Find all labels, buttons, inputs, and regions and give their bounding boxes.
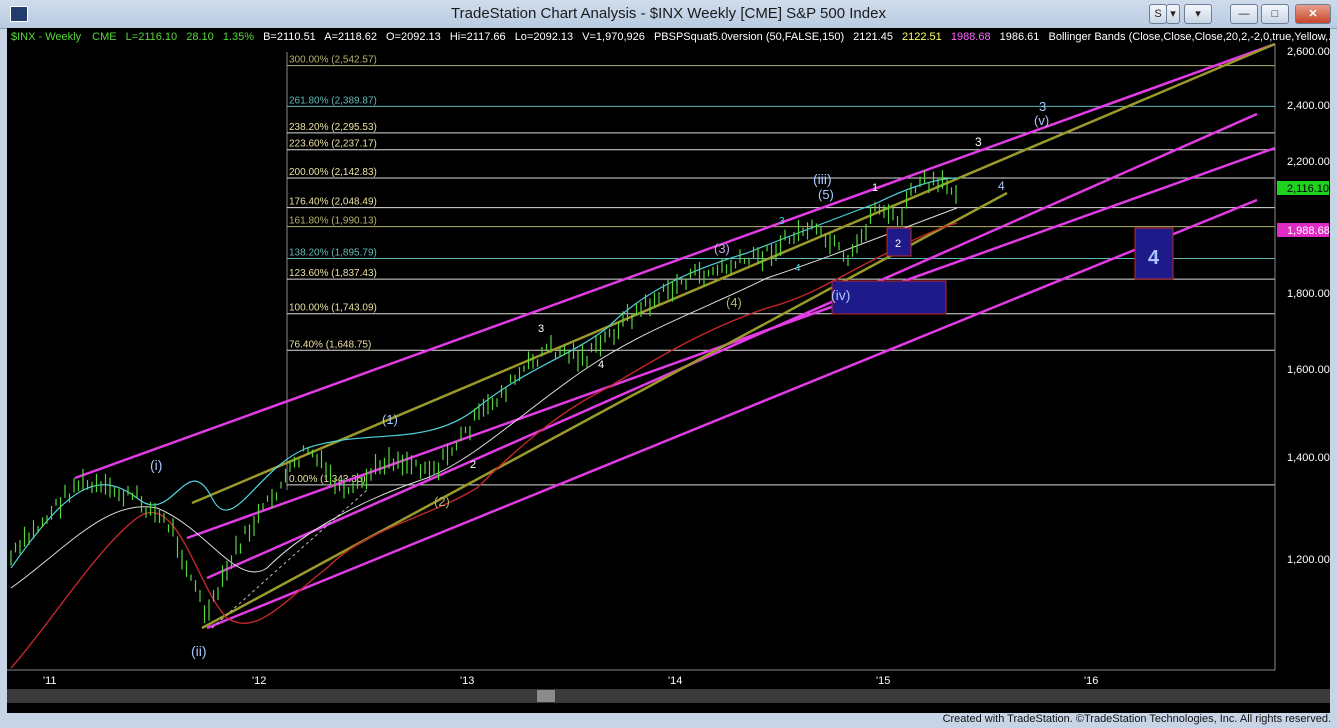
wave-label-4a: 4: [598, 359, 604, 371]
wave-label-3: (3): [714, 241, 730, 256]
time-tick-11: '11: [43, 675, 57, 687]
fib-label-9: 100.00% (1,743.09): [289, 303, 377, 314]
upper-channel-line: [74, 42, 1276, 480]
tradestation-window: TradeStation Chart Analysis - $INX Weekl…: [0, 0, 1337, 728]
header-study-v3: 1988.68: [951, 31, 991, 43]
price-chart[interactable]: $INX - Weekly CME L=2116.10 28.10 1.35% …: [7, 28, 1337, 713]
long-average-red-line: [10, 222, 958, 669]
price-tick-1800: 1,800.00: [1287, 288, 1330, 300]
header-study-v2: 2122.51: [902, 31, 942, 43]
header-bollinger: Bollinger Bands (Close,Close,Close,20,2,…: [1048, 31, 1330, 43]
price-tick-1400: 1,400.00: [1287, 452, 1330, 464]
time-tick-12: '12: [252, 675, 266, 687]
dashed-trend-line: [211, 489, 368, 629]
header-change: 28.10: [186, 31, 214, 43]
header-change-pct: 1.35%: [223, 31, 254, 43]
price-tick-1600: 1,600.00: [1287, 364, 1330, 376]
price-tick-2600: 2,600.00: [1287, 46, 1330, 58]
wave-label-iv: (iv): [831, 287, 850, 303]
window-title: TradeStation Chart Analysis - $INX Weekl…: [451, 5, 886, 22]
credit-text: Created with TradeStation. ©TradeStation…: [942, 713, 1331, 725]
time-tick-15: '15: [876, 675, 890, 687]
header-exchange: CME: [92, 31, 116, 43]
wave-label-4: (4): [726, 295, 742, 310]
fib-label-4: 200.00% (2,142.83): [289, 167, 377, 178]
price-tick-2200: 2,200.00: [1287, 156, 1330, 168]
header-study-v1: 2121.45: [853, 31, 893, 43]
wave-label-v: (v): [1034, 113, 1049, 128]
wave-label-3b: 3: [779, 216, 785, 227]
wave-label-3a: 3: [538, 323, 544, 335]
wave-label-3c: 3: [975, 135, 982, 149]
header-bid: B=2110.51: [263, 31, 316, 43]
wave-label-2a: 2: [470, 459, 476, 471]
close-button[interactable]: ✕: [1295, 4, 1331, 24]
title-bar[interactable]: TradeStation Chart Analysis - $INX Weekl…: [0, 0, 1337, 29]
time-axis: '11 '12 '13 '14 '15 '16: [43, 675, 1098, 687]
symbol-link-button[interactable]: S: [1149, 4, 1167, 24]
indicator-label: 1,988.68: [1287, 225, 1330, 237]
header-volume: V=1,970,926: [582, 31, 645, 43]
lower-channel-line: [206, 198, 1258, 630]
fib-label-7: 138.20% (1,895.79): [289, 248, 377, 259]
wave-label-3d: 3: [1039, 99, 1046, 114]
fib-label-5: 176.40% (2,048.49): [289, 197, 377, 208]
header-study-v4: 1986.61: [1000, 31, 1040, 43]
time-tick-16: '16: [1084, 675, 1098, 687]
wave-label-5: (5): [818, 187, 834, 202]
wave-label-4c: 4: [998, 179, 1005, 193]
wave-label-2b: 2: [895, 238, 901, 250]
header-high: Hi=2117.66: [450, 31, 506, 43]
moving-average-line: [10, 207, 958, 589]
chart-area[interactable]: $INX - Weekly CME L=2116.10 28.10 1.35% …: [7, 28, 1337, 713]
symbol-link-dropdown[interactable]: ▾: [1166, 4, 1180, 24]
minimize-button[interactable]: —: [1230, 4, 1258, 24]
wave-label-ii: (ii): [191, 643, 207, 659]
fib-label-6: 161.80% (1,990.13): [289, 216, 377, 227]
fib-label-2: 238.20% (2,295.53): [289, 122, 377, 133]
wave-label-2: (2): [434, 494, 450, 509]
maximize-button[interactable]: □: [1261, 4, 1289, 24]
scrollbar-thumb[interactable]: [537, 690, 555, 702]
header-ask: A=2118.62: [324, 31, 377, 43]
price-axis: 2,600.00 2,400.00 2,200.00 1,800.00 1,60…: [1277, 46, 1330, 566]
channel-lines: [74, 42, 1276, 630]
header-low: Lo=2092.13: [515, 31, 573, 43]
wave-label-i: (i): [150, 457, 162, 473]
wave-label-iii: (iii): [813, 171, 832, 187]
time-tick-14: '14: [668, 675, 682, 687]
wave-label-1: (1): [382, 412, 398, 427]
header-last: L=2116.10: [126, 31, 178, 43]
wave-label-1b: 1: [872, 182, 878, 194]
fib-levels: 300.00% (2,542.57) 261.80% (2,389.87) 238.…: [287, 55, 1275, 486]
bollinger-upper-band: [10, 177, 958, 569]
last-price-label: 2,116.10: [1287, 183, 1329, 195]
fib-label-10: 76.40% (1,648.75): [289, 339, 371, 350]
workspace-menu-button[interactable]: ▾: [1184, 4, 1212, 24]
price-tick-1200: 1,200.00: [1287, 554, 1330, 566]
status-bar: Created with TradeStation. ©TradeStation…: [0, 713, 1337, 728]
chart-header: $INX - Weekly CME L=2116.10 28.10 1.35% …: [11, 31, 1330, 43]
fib-label-3: 223.60% (2,237.17): [289, 139, 377, 150]
horizontal-scrollbar[interactable]: [7, 689, 1330, 703]
fib-label-1: 261.80% (2,389.87): [289, 95, 377, 106]
header-open: O=2092.13: [386, 31, 441, 43]
header-symbol: $INX - Weekly: [11, 31, 82, 43]
price-tick-2400: 2,400.00: [1287, 100, 1330, 112]
fib-label-8: 123.60% (1,837.43): [289, 268, 377, 279]
header-study: PBSPSquat5.0version (50,FALSE,150): [654, 31, 844, 43]
wave-label-big-4: 4: [1148, 247, 1160, 269]
fib-label-0: 300.00% (2,542.57): [289, 55, 377, 66]
wave-label-4b: 4: [795, 263, 801, 274]
time-tick-13: '13: [460, 675, 474, 687]
